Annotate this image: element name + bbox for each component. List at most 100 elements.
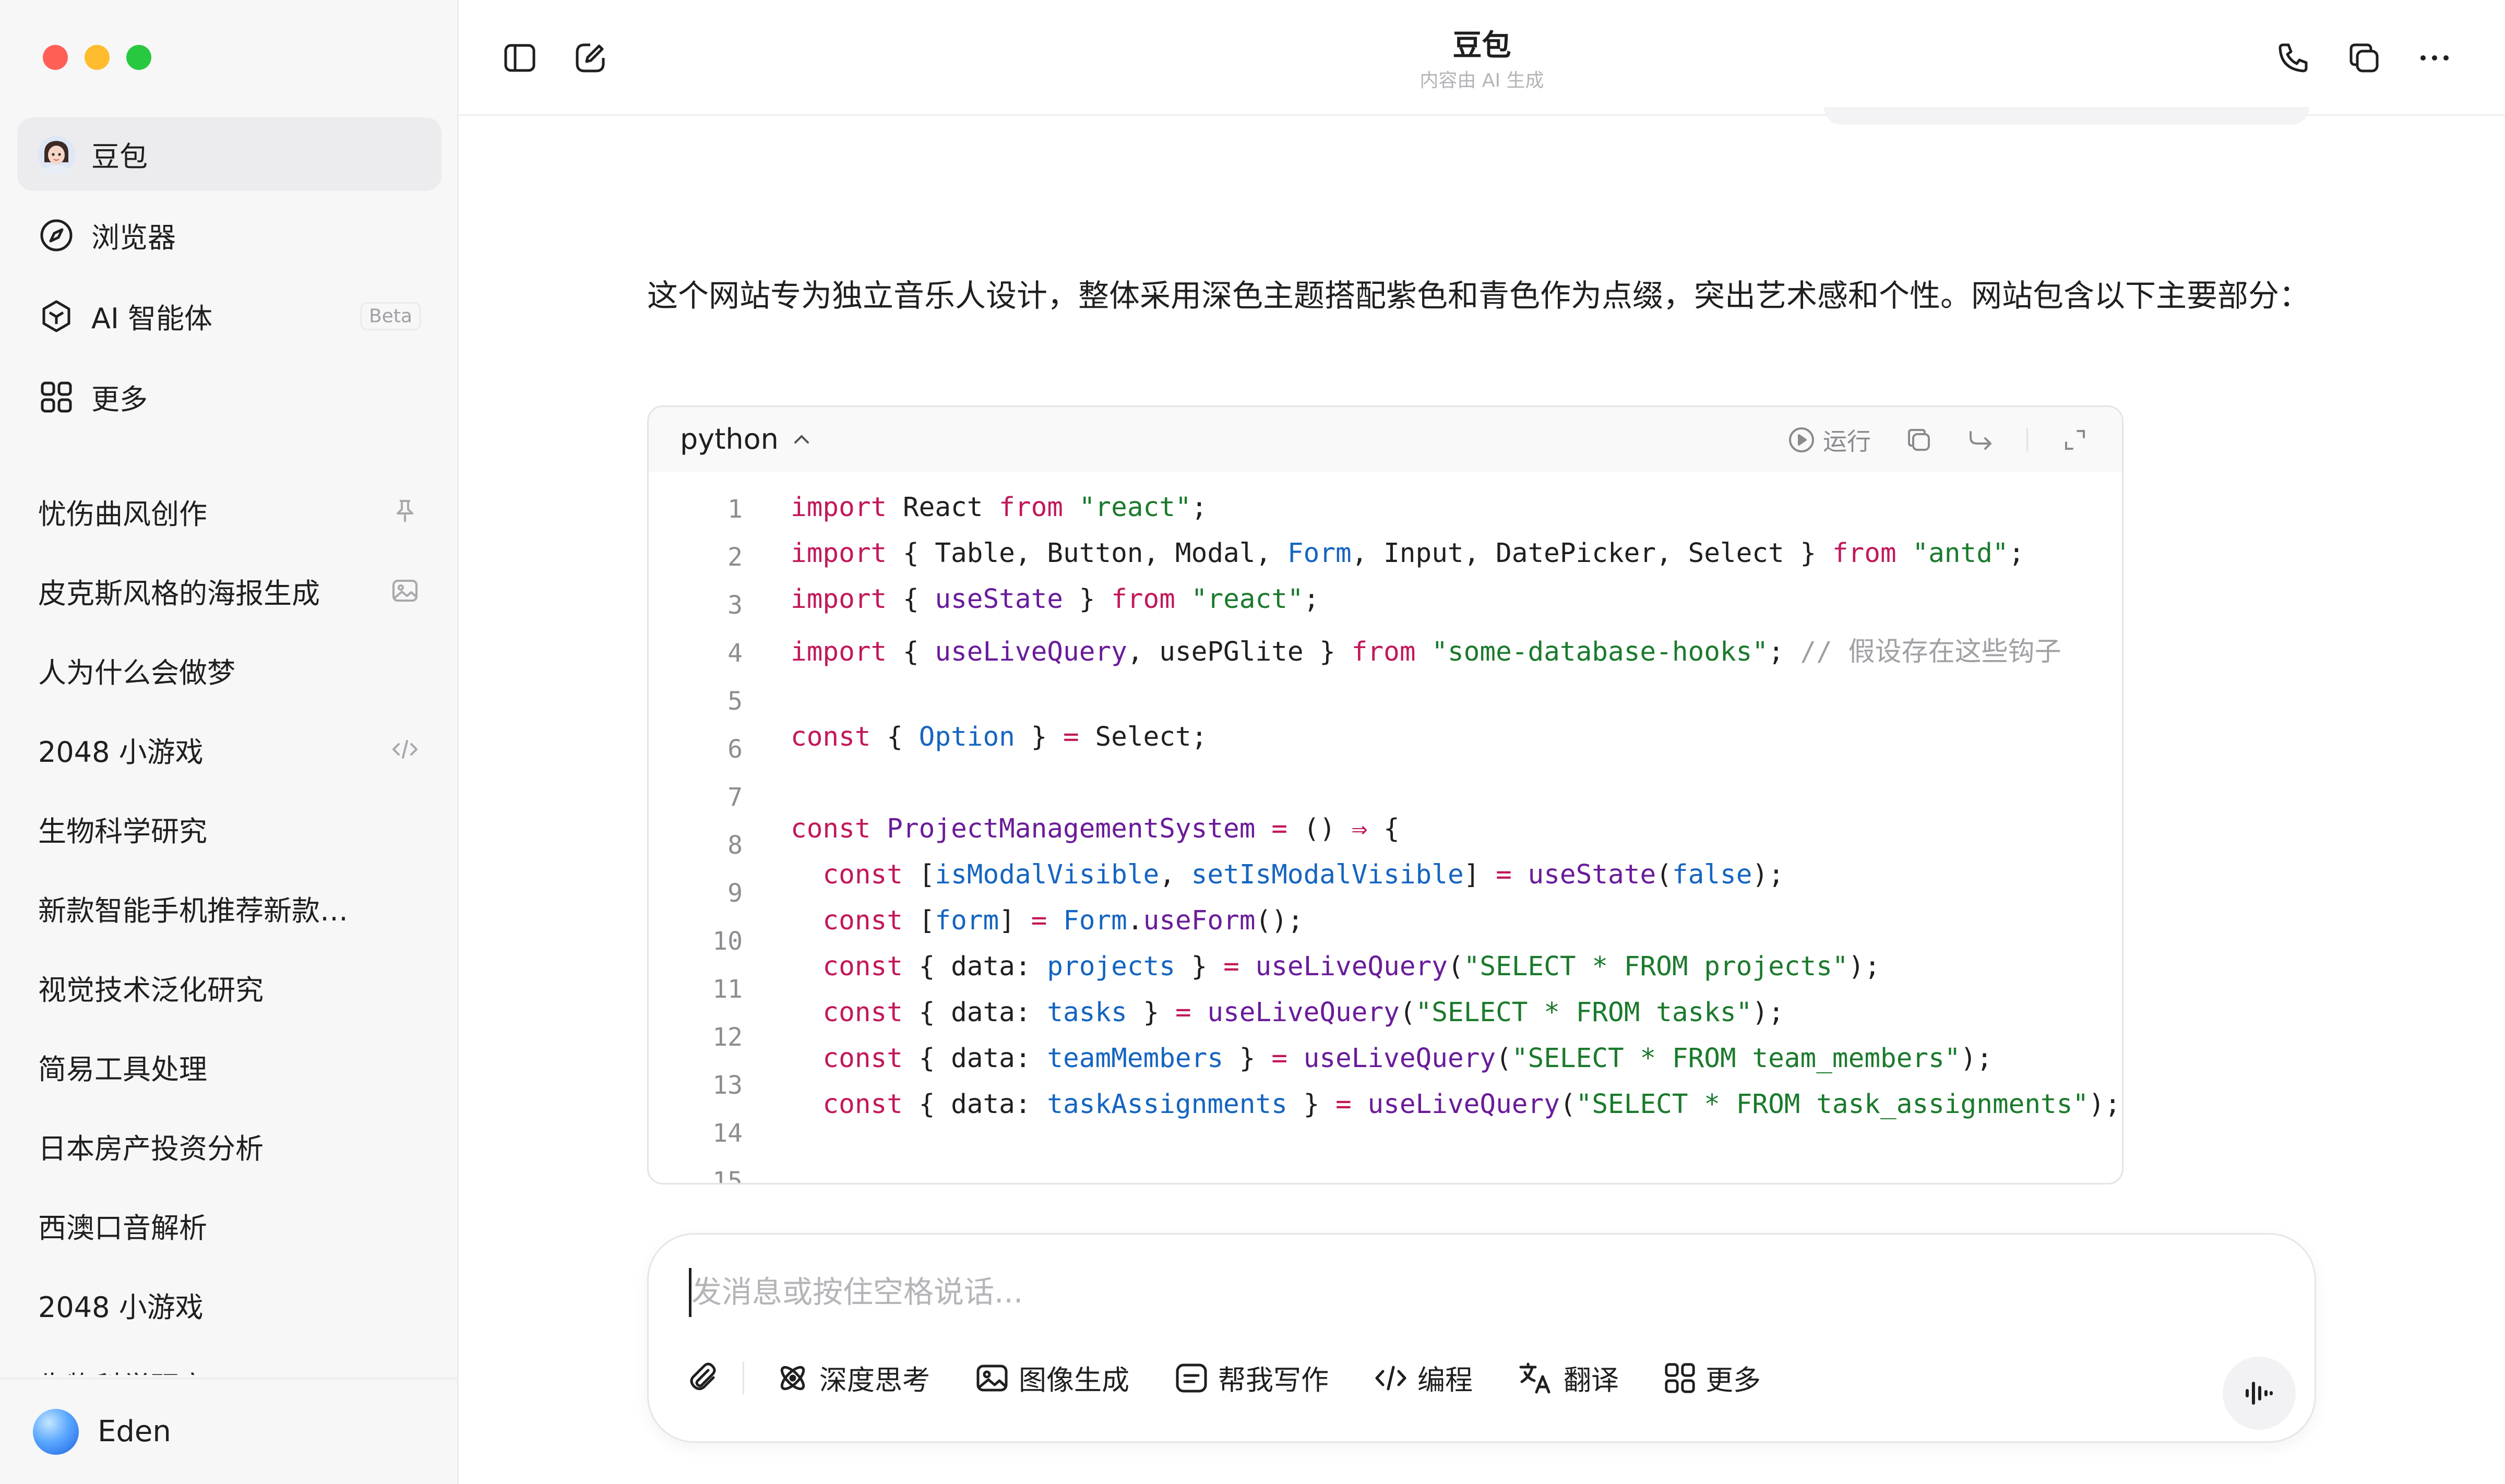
line-number: 13 (712, 1071, 743, 1100)
code-language-toggle[interactable]: python (680, 423, 812, 456)
history-item[interactable]: 皮克斯风格的海报生成 (17, 554, 442, 627)
atom-icon (780, 1366, 805, 1391)
history-label: 忧伤曲风创作 (38, 497, 207, 531)
compass-icon (37, 216, 76, 255)
line-number: 6 (727, 735, 743, 764)
history-item[interactable]: 2048 小游戏 (17, 1268, 442, 1341)
copy-code-button[interactable] (1903, 424, 1935, 456)
call-button[interactable] (2270, 34, 2317, 81)
more-tools-button[interactable]: 更多 (1664, 1358, 1761, 1398)
history-item[interactable]: 生物科学研究 (17, 792, 442, 865)
window-close-button[interactable] (43, 45, 68, 70)
message-composer: 深度思考 图像生成 帮我写作 编程 (647, 1233, 2316, 1443)
code-line: const [isModalVisible, setIsModalVisible… (822, 859, 1784, 890)
beta-badge: Beta (360, 302, 421, 330)
expand-code-button[interactable] (2059, 424, 2091, 456)
history-label: 生物科学研究 (38, 815, 207, 848)
copy-icon (1908, 429, 1930, 451)
writing-assist-button[interactable]: 帮我写作 (1174, 1358, 1329, 1398)
deep-thinking-button[interactable]: 深度思考 (776, 1358, 930, 1398)
history-item[interactable]: 新款智能手机推荐新款旗舰手机 (17, 871, 442, 944)
voice-input-button[interactable] (2223, 1357, 2296, 1430)
grid-icon (37, 378, 76, 416)
translate-button[interactable]: 翻译 (1518, 1358, 1619, 1398)
code-actions: 运行 (1787, 422, 2091, 458)
image-icon (392, 580, 418, 602)
tool-label: 更多 (1705, 1365, 1761, 1396)
history-item[interactable]: 忧伤曲风创作 (17, 475, 442, 548)
code-line: const { data: taskAssignments } = useLiv… (822, 1089, 2121, 1120)
code-icon (1375, 1366, 1406, 1391)
line-number: 9 (727, 879, 743, 908)
translate-icon (1519, 1362, 1550, 1394)
code-line: import { Table, Button, Modal, Form, Inp… (791, 538, 2025, 569)
code-line: import React from "react"; (791, 492, 1208, 523)
pin-icon[interactable] (390, 497, 420, 526)
code-line: const { Option } = Select; (791, 722, 1208, 752)
tool-label: 编程 (1417, 1365, 1473, 1396)
line-number: 5 (727, 687, 743, 716)
history-label: 人为什么会做梦 (38, 656, 235, 689)
line-number: 2 (727, 543, 743, 572)
history-label: 2048 小游戏 (38, 1290, 204, 1324)
nav-label: 浏览器 (91, 221, 176, 254)
history-label: 2048 小游戏 (38, 735, 204, 769)
window-zoom-button[interactable] (126, 45, 151, 70)
chevron-up-icon (794, 435, 809, 444)
user-profile[interactable]: Eden (0, 1378, 457, 1484)
tool-label: 图像生成 (1019, 1365, 1129, 1396)
phone-icon (2279, 43, 2308, 73)
history-label: 简易工具处理 (38, 1052, 207, 1086)
history-label: 皮克斯风格的海报生成 (38, 577, 320, 610)
history-item[interactable]: 日本房产投资分析 (17, 1109, 442, 1182)
code-line: import { useLiveQuery, usePGlite } from … (791, 637, 2061, 667)
nav-item-ai-agent[interactable]: AI 智能体 Beta (17, 279, 442, 353)
coding-button[interactable]: 编程 (1374, 1358, 1473, 1398)
history-item[interactable]: 人为什么会做梦 (17, 633, 442, 707)
history-item[interactable]: 生物科学研究 (17, 1347, 442, 1375)
share-code-button[interactable] (1965, 424, 1996, 456)
chat-title: 豆包 (1452, 29, 1511, 63)
history-label: 日本房产投资分析 (38, 1132, 264, 1165)
message-input[interactable] (691, 1266, 2205, 1318)
history-item[interactable]: 2048 小游戏 (17, 713, 442, 786)
history-item[interactable]: 视觉技术泛化研究 (17, 951, 442, 1024)
share-button[interactable] (2341, 34, 2388, 81)
chat-header: 豆包 内容由 AI 生成 (459, 0, 2505, 116)
code-body: 1 2 3 4 5 6 7 8 9 10 11 12 13 14 15 impo… (649, 472, 2122, 1184)
hexagon-agent-icon (37, 297, 76, 336)
code-language: python (680, 423, 779, 456)
code-block-header: python 运行 (649, 407, 2122, 472)
forward-arrow-icon (1970, 431, 1991, 450)
line-number: 14 (712, 1119, 743, 1148)
more-options-button[interactable] (2411, 34, 2458, 81)
nav-label: 豆包 (91, 140, 148, 173)
nav-item-browser[interactable]: 浏览器 (17, 198, 442, 272)
paperclip-icon[interactable] (685, 1360, 722, 1396)
run-label: 运行 (1823, 427, 1871, 456)
line-number: 10 (712, 927, 743, 956)
nav-label: AI 智能体 (91, 302, 213, 335)
nav-item-more[interactable]: 更多 (17, 360, 442, 434)
run-code-button[interactable]: 运行 (1787, 423, 1871, 457)
window-minimize-button[interactable] (85, 45, 110, 70)
avatar-icon (37, 135, 76, 174)
code-line: const [form] = Form.useForm(); (822, 905, 1304, 936)
user-avatar (33, 1408, 79, 1455)
play-circle-icon (1789, 427, 1814, 452)
nav-label: 更多 (91, 383, 148, 416)
tool-label: 翻译 (1564, 1365, 1619, 1396)
tool-label: 深度思考 (819, 1365, 930, 1396)
history-item[interactable]: 简易工具处理 (17, 1030, 442, 1103)
line-number: 11 (712, 975, 743, 1004)
nav-item-doubao[interactable]: 豆包 (17, 117, 442, 191)
history-item[interactable]: 西澳口音解析 (17, 1189, 442, 1262)
soundwave-icon (2246, 1382, 2273, 1405)
sidebar: 豆包 浏览器 AI 智能体 Beta 更多 忧伤曲风创作 皮克斯风格的海报生成 … (0, 0, 459, 1484)
line-number: 15 (712, 1167, 743, 1184)
line-number: 12 (712, 1023, 743, 1052)
line-number: 4 (727, 639, 743, 668)
code-line: const { data: teamMembers } = useLiveQue… (822, 1043, 1993, 1074)
copy-window-icon (2349, 43, 2379, 73)
image-generation-button[interactable]: 图像生成 (975, 1358, 1129, 1398)
